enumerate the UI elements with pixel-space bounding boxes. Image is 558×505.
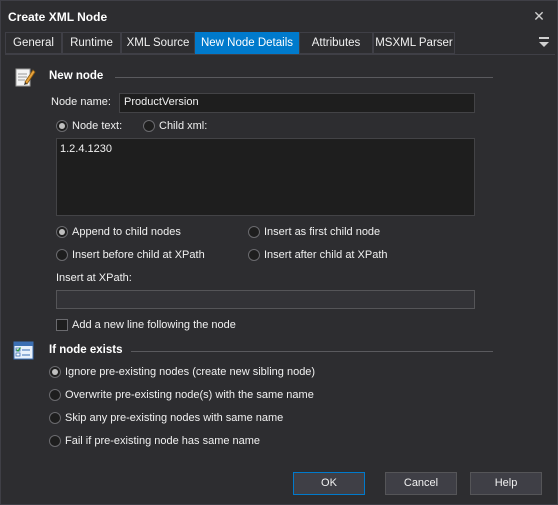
tab-runtime[interactable]: Runtime [62,32,121,54]
insert-after-xpath-radio[interactable] [248,249,260,261]
insert-before-xpath-label: Insert before child at XPath [72,249,205,261]
checklist-icon [13,341,34,360]
tab-general[interactable]: General [5,32,62,54]
fail-existing-label: Fail if pre-existing node has same name [65,435,261,447]
add-new-line-checkbox[interactable] [56,319,68,331]
new-node-icon [15,68,36,87]
if-exists-section-title: If node exists [49,344,123,356]
ignore-existing-radio[interactable] [49,366,61,378]
node-name-label: Node name: [51,96,111,108]
tab-strip: General Runtime XML Source New Node Deta… [5,32,555,54]
child-xml-label: Child xml: [159,120,208,132]
node-text-radio[interactable] [56,120,68,132]
node-name-field[interactable]: ProductVersion [119,93,475,113]
tab-panel: New node Node name: ProductVersion Node … [5,54,555,464]
insert-xpath-field[interactable] [56,290,475,309]
skip-existing-label: Skip any pre-existing nodes with same na… [65,412,284,424]
overwrite-existing-radio[interactable] [49,389,61,401]
child-xml-radio[interactable] [143,120,155,132]
close-icon[interactable]: ✕ [529,6,549,26]
node-text-label: Node text: [72,120,123,132]
insert-first-child-label: Insert as first child node [264,226,381,238]
cancel-button[interactable]: Cancel [385,472,457,495]
add-new-line-label: Add a new line following the node [72,319,236,331]
help-button[interactable]: Help [470,472,542,495]
tab-xml-source[interactable]: XML Source [121,32,195,54]
append-child-radio[interactable] [56,226,68,238]
insert-after-xpath-label: Insert after child at XPath [264,249,388,261]
tab-attributes[interactable]: Attributes [299,32,373,54]
overwrite-existing-label: Overwrite pre-existing node(s) with the … [65,389,314,401]
new-node-section-title: New node [49,70,104,82]
if-exists-divider [131,351,493,352]
ignore-existing-label: Ignore pre-existing nodes (create new si… [65,366,316,378]
append-child-label: Append to child nodes [72,226,181,238]
fail-existing-radio[interactable] [49,435,61,447]
tab-new-node-details[interactable]: New Node Details [195,32,299,54]
dialog-window: Create XML Node ✕ General Runtime XML So… [0,0,558,505]
window-title: Create XML Node [8,10,108,24]
ok-button[interactable]: OK [293,472,365,495]
insert-xpath-label: Insert at XPath: [56,272,132,284]
tab-overflow-menu-icon[interactable] [539,37,551,49]
insert-before-xpath-radio[interactable] [56,249,68,261]
new-node-divider [115,77,493,78]
tab-msxml-parser[interactable]: MSXML Parser [373,32,455,54]
skip-existing-radio[interactable] [49,412,61,424]
insert-first-child-radio[interactable] [248,226,260,238]
title-bar: Create XML Node ✕ [1,1,557,31]
node-text-area[interactable]: 1.2.4.1230 [56,138,475,216]
